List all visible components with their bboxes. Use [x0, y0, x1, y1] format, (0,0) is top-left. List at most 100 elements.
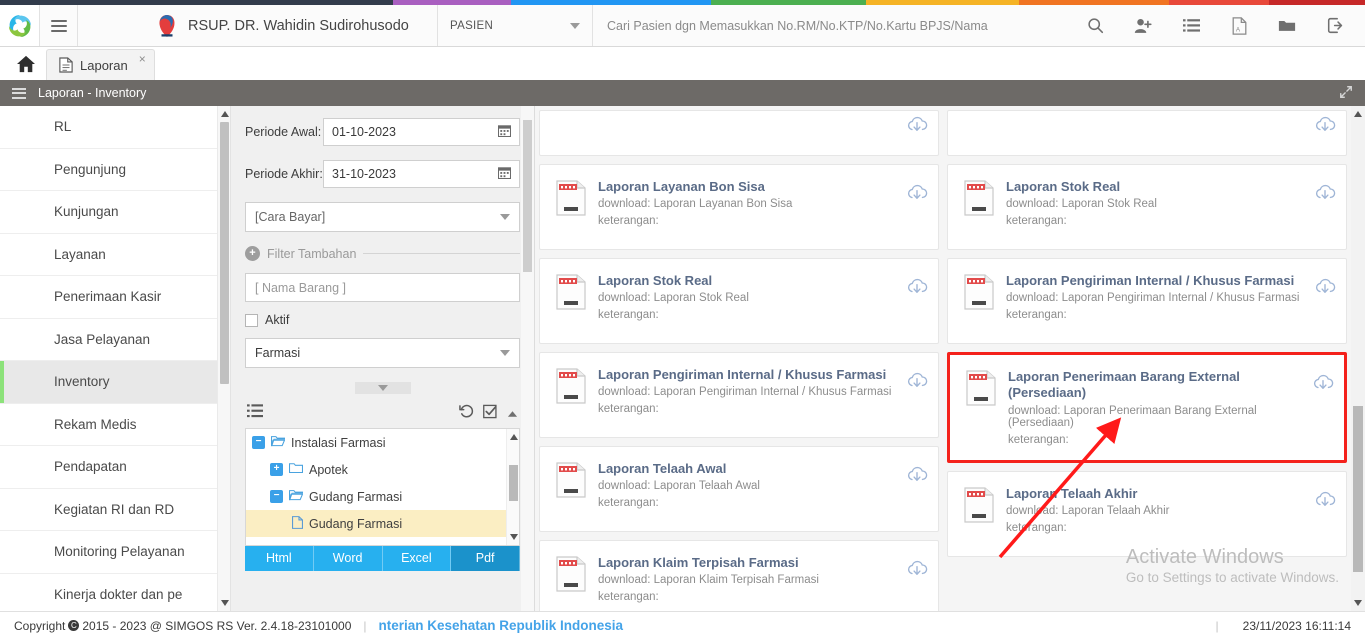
cloud-download-icon[interactable]	[1314, 183, 1336, 208]
report-card[interactable]: Laporan Penerimaan Barang External (Pers…	[947, 352, 1347, 463]
cloud-download-icon[interactable]	[906, 371, 928, 396]
export-button-pdf[interactable]: Pdf	[451, 545, 520, 571]
unit-select[interactable]: Farmasi	[245, 338, 520, 368]
tree-toggle-icon[interactable]: +	[270, 463, 283, 476]
scroll-up-icon[interactable]	[1354, 111, 1362, 117]
report-card[interactable]: Laporan Stok Real download: Laporan Stok …	[539, 258, 939, 344]
sidebar-item-jasa-pelayanan[interactable]: Jasa Pelayanan	[0, 319, 230, 361]
list-bars-icon[interactable]	[12, 85, 26, 101]
report-download-line: download: Laporan Stok Real	[598, 292, 898, 304]
sidebar-item-penerimaan-kasir[interactable]: Penerimaan Kasir	[0, 276, 230, 319]
history-icon[interactable]	[459, 404, 474, 422]
periode-awal-input[interactable]: 01-10-2023	[323, 118, 520, 146]
app-logo[interactable]	[0, 5, 40, 46]
report-card[interactable]: Laporan Pengiriman Internal / Khusus Far…	[947, 258, 1347, 344]
tree-node[interactable]: Gudang Farmasi	[246, 510, 519, 537]
caret-down-icon	[377, 385, 388, 391]
panel-collapse-handle[interactable]	[354, 382, 411, 394]
menu-toggle-button[interactable]	[40, 5, 78, 46]
close-icon[interactable]: ×	[139, 52, 146, 66]
report-keterangan: keterangan:	[1006, 215, 1067, 228]
cloud-download-icon[interactable]	[906, 559, 928, 584]
report-card[interactable]: Laporan Stok Real download: Laporan Stok …	[947, 164, 1347, 250]
sidebar-item-pendapatan[interactable]: Pendapatan	[0, 446, 230, 489]
calendar-icon[interactable]	[497, 166, 512, 182]
tree-scrollbar[interactable]	[506, 429, 519, 545]
tree-node[interactable]: + Apotek	[246, 456, 519, 483]
cloud-download-icon[interactable]	[906, 465, 928, 490]
tree-node[interactable]: − Gudang Farmasi	[246, 483, 519, 510]
add-user-icon[interactable]	[1119, 5, 1167, 47]
scrollbar-thumb[interactable]	[1353, 406, 1363, 572]
sidebar-item-label: Pendapatan	[54, 459, 127, 475]
scroll-down-icon[interactable]	[510, 534, 518, 540]
list-icon[interactable]	[247, 404, 263, 422]
page-title: Laporan - Inventory	[38, 86, 147, 100]
folder-icon[interactable]	[1263, 5, 1311, 47]
report-card[interactable]: Laporan Klaim Terpisah Farmasi download: …	[539, 540, 939, 611]
sidebar-item-rl[interactable]: RL	[0, 106, 230, 149]
sidebar-item-monitoring-pelayanan[interactable]: Monitoring Pelayanan	[0, 531, 230, 574]
scroll-up-icon[interactable]	[221, 111, 229, 117]
filter-panel-scrollbar[interactable]	[521, 106, 534, 611]
category-select[interactable]: PASIEN	[438, 5, 593, 46]
report-card[interactable]: Laporan Layanan Bon Sisa download: Lapora…	[539, 164, 939, 250]
report-card-partial[interactable]	[539, 110, 939, 156]
calendar-icon[interactable]	[497, 124, 512, 140]
scrollbar-thumb[interactable]	[509, 465, 518, 501]
tree-node[interactable]: − Instalasi Farmasi	[246, 429, 519, 456]
scroll-down-icon[interactable]	[221, 600, 229, 606]
sidebar-item-rekam-medis[interactable]: Rekam Medis	[0, 404, 230, 446]
list-icon[interactable]	[1167, 5, 1215, 47]
aktif-checkbox[interactable]	[245, 313, 258, 327]
cloud-download-icon[interactable]	[1312, 373, 1334, 398]
cloud-download-icon[interactable]	[1314, 115, 1336, 140]
home-tab[interactable]	[6, 47, 46, 80]
sidebar-item-layanan[interactable]: Layanan	[0, 234, 230, 276]
logout-icon[interactable]	[1311, 5, 1359, 47]
caret-up-icon[interactable]	[507, 405, 518, 421]
cloud-download-icon[interactable]	[1314, 277, 1336, 302]
report-card[interactable]: Laporan Telaah Awal download: Laporan Tel…	[539, 446, 939, 532]
export-button-word[interactable]: Word	[313, 545, 383, 571]
report-card-partial[interactable]	[947, 110, 1347, 156]
export-button-html[interactable]: Html	[245, 545, 314, 571]
search-icon[interactable]	[1071, 5, 1119, 47]
periode-akhir-input[interactable]: 31-10-2023	[323, 160, 520, 188]
report-card[interactable]: Laporan Telaah Akhir download: Laporan Te…	[947, 470, 1347, 557]
report-document-icon	[964, 274, 994, 310]
export-button-excel[interactable]: Excel	[382, 545, 452, 571]
sidebar-scrollbar[interactable]	[217, 106, 230, 611]
sidebar-item-kegiatan-ri-dan-rd[interactable]: Kegiatan RI dan RD	[0, 489, 230, 531]
scrollbar-thumb[interactable]	[523, 120, 532, 272]
search-input[interactable]	[607, 18, 1071, 33]
plus-icon[interactable]: +	[245, 246, 260, 261]
tree-toggle-icon[interactable]: −	[270, 490, 283, 503]
cloud-download-icon[interactable]	[906, 277, 928, 302]
reports-scrollbar[interactable]	[1351, 106, 1365, 611]
sidebar-item-kinerja-dokter-dan-pe[interactable]: Kinerja dokter dan pe	[0, 574, 230, 612]
aktif-checkbox-row[interactable]: Aktif	[245, 313, 520, 327]
report-title: Laporan Layanan Bon Sisa	[598, 179, 765, 194]
sidebar-item-label: Monitoring Pelayanan	[54, 544, 185, 560]
cara-bayar-select[interactable]: [Cara Bayar]	[245, 202, 520, 232]
cloud-download-icon[interactable]	[906, 115, 928, 140]
report-document-icon	[556, 274, 586, 310]
pdf-icon[interactable]: A	[1215, 5, 1263, 47]
report-card[interactable]: Laporan Pengiriman Internal / Khusus Far…	[539, 352, 939, 438]
sidebar-item-inventory[interactable]: Inventory	[0, 361, 230, 404]
scrollbar-thumb[interactable]	[220, 122, 229, 384]
cloud-download-icon[interactable]	[906, 183, 928, 208]
report-card-body: Laporan Stok Real download: Laporan Stok …	[598, 273, 898, 321]
scroll-up-icon[interactable]	[510, 434, 518, 440]
tree-toggle-icon[interactable]: −	[252, 436, 265, 449]
nama-barang-input[interactable]: [ Nama Barang ]	[245, 273, 520, 302]
tab-laporan[interactable]: Laporan ×	[46, 49, 155, 80]
check-square-icon[interactable]	[483, 404, 498, 422]
filter-tambahan-header[interactable]: + Filter Tambahan	[245, 246, 520, 261]
sidebar-item-pengunjung[interactable]: Pengunjung	[0, 149, 230, 191]
scroll-down-icon[interactable]	[1354, 600, 1362, 606]
expand-icon[interactable]	[1339, 85, 1353, 102]
cloud-download-icon[interactable]	[1314, 490, 1336, 515]
sidebar-item-kunjungan[interactable]: Kunjungan	[0, 191, 230, 234]
